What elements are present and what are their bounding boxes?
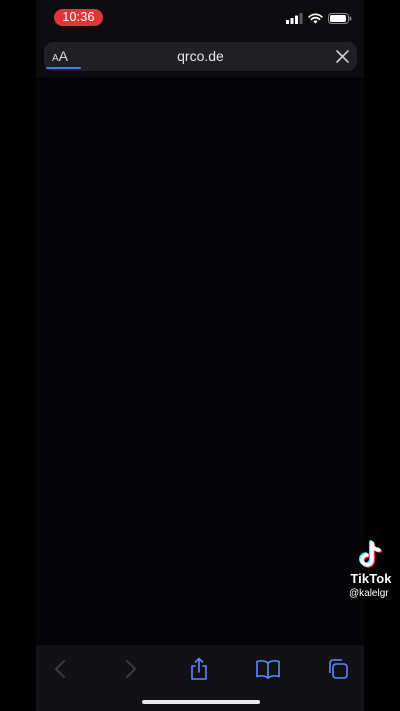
status-time: 10:36 <box>54 9 103 26</box>
address-bar[interactable]: AA qrco.de <box>44 42 357 71</box>
chevron-right-icon <box>126 660 136 678</box>
reader-small-a: A <box>52 53 59 64</box>
share-button[interactable] <box>186 657 212 681</box>
tiktok-logo-icon <box>359 540 383 568</box>
web-page-content <box>36 78 364 645</box>
cellular-signal-icon <box>286 12 303 24</box>
wifi-icon <box>308 12 323 24</box>
share-icon <box>191 657 207 680</box>
tabs-button[interactable] <box>325 657 351 681</box>
status-bar: 10:36 <box>36 0 364 36</box>
tiktok-handle: @kalelgr <box>349 588 389 599</box>
url-text: qrco.de <box>177 48 224 64</box>
tiktok-watermark: TikTok @kalelgr <box>343 540 399 602</box>
bookmarks-button[interactable] <box>255 657 281 681</box>
close-icon[interactable] <box>334 48 351 65</box>
battery-icon <box>328 12 352 24</box>
book-icon <box>256 660 280 679</box>
status-icons <box>286 11 352 25</box>
reader-large-a: A <box>58 48 69 64</box>
tabs-icon <box>329 659 348 679</box>
browser-header: AA qrco.de <box>36 36 364 78</box>
tiktok-brand: TikTok <box>350 571 392 586</box>
home-indicator <box>142 700 260 704</box>
page-load-progress <box>46 67 81 69</box>
forward-button[interactable] <box>117 657 143 681</box>
back-button[interactable] <box>48 657 74 681</box>
phone-screen: 10:36 AA qrco.de <box>36 0 364 711</box>
screen-recording-frame: 10:36 AA qrco.de TikTok @kalelgr <box>0 0 400 711</box>
chevron-left-icon <box>55 660 65 678</box>
